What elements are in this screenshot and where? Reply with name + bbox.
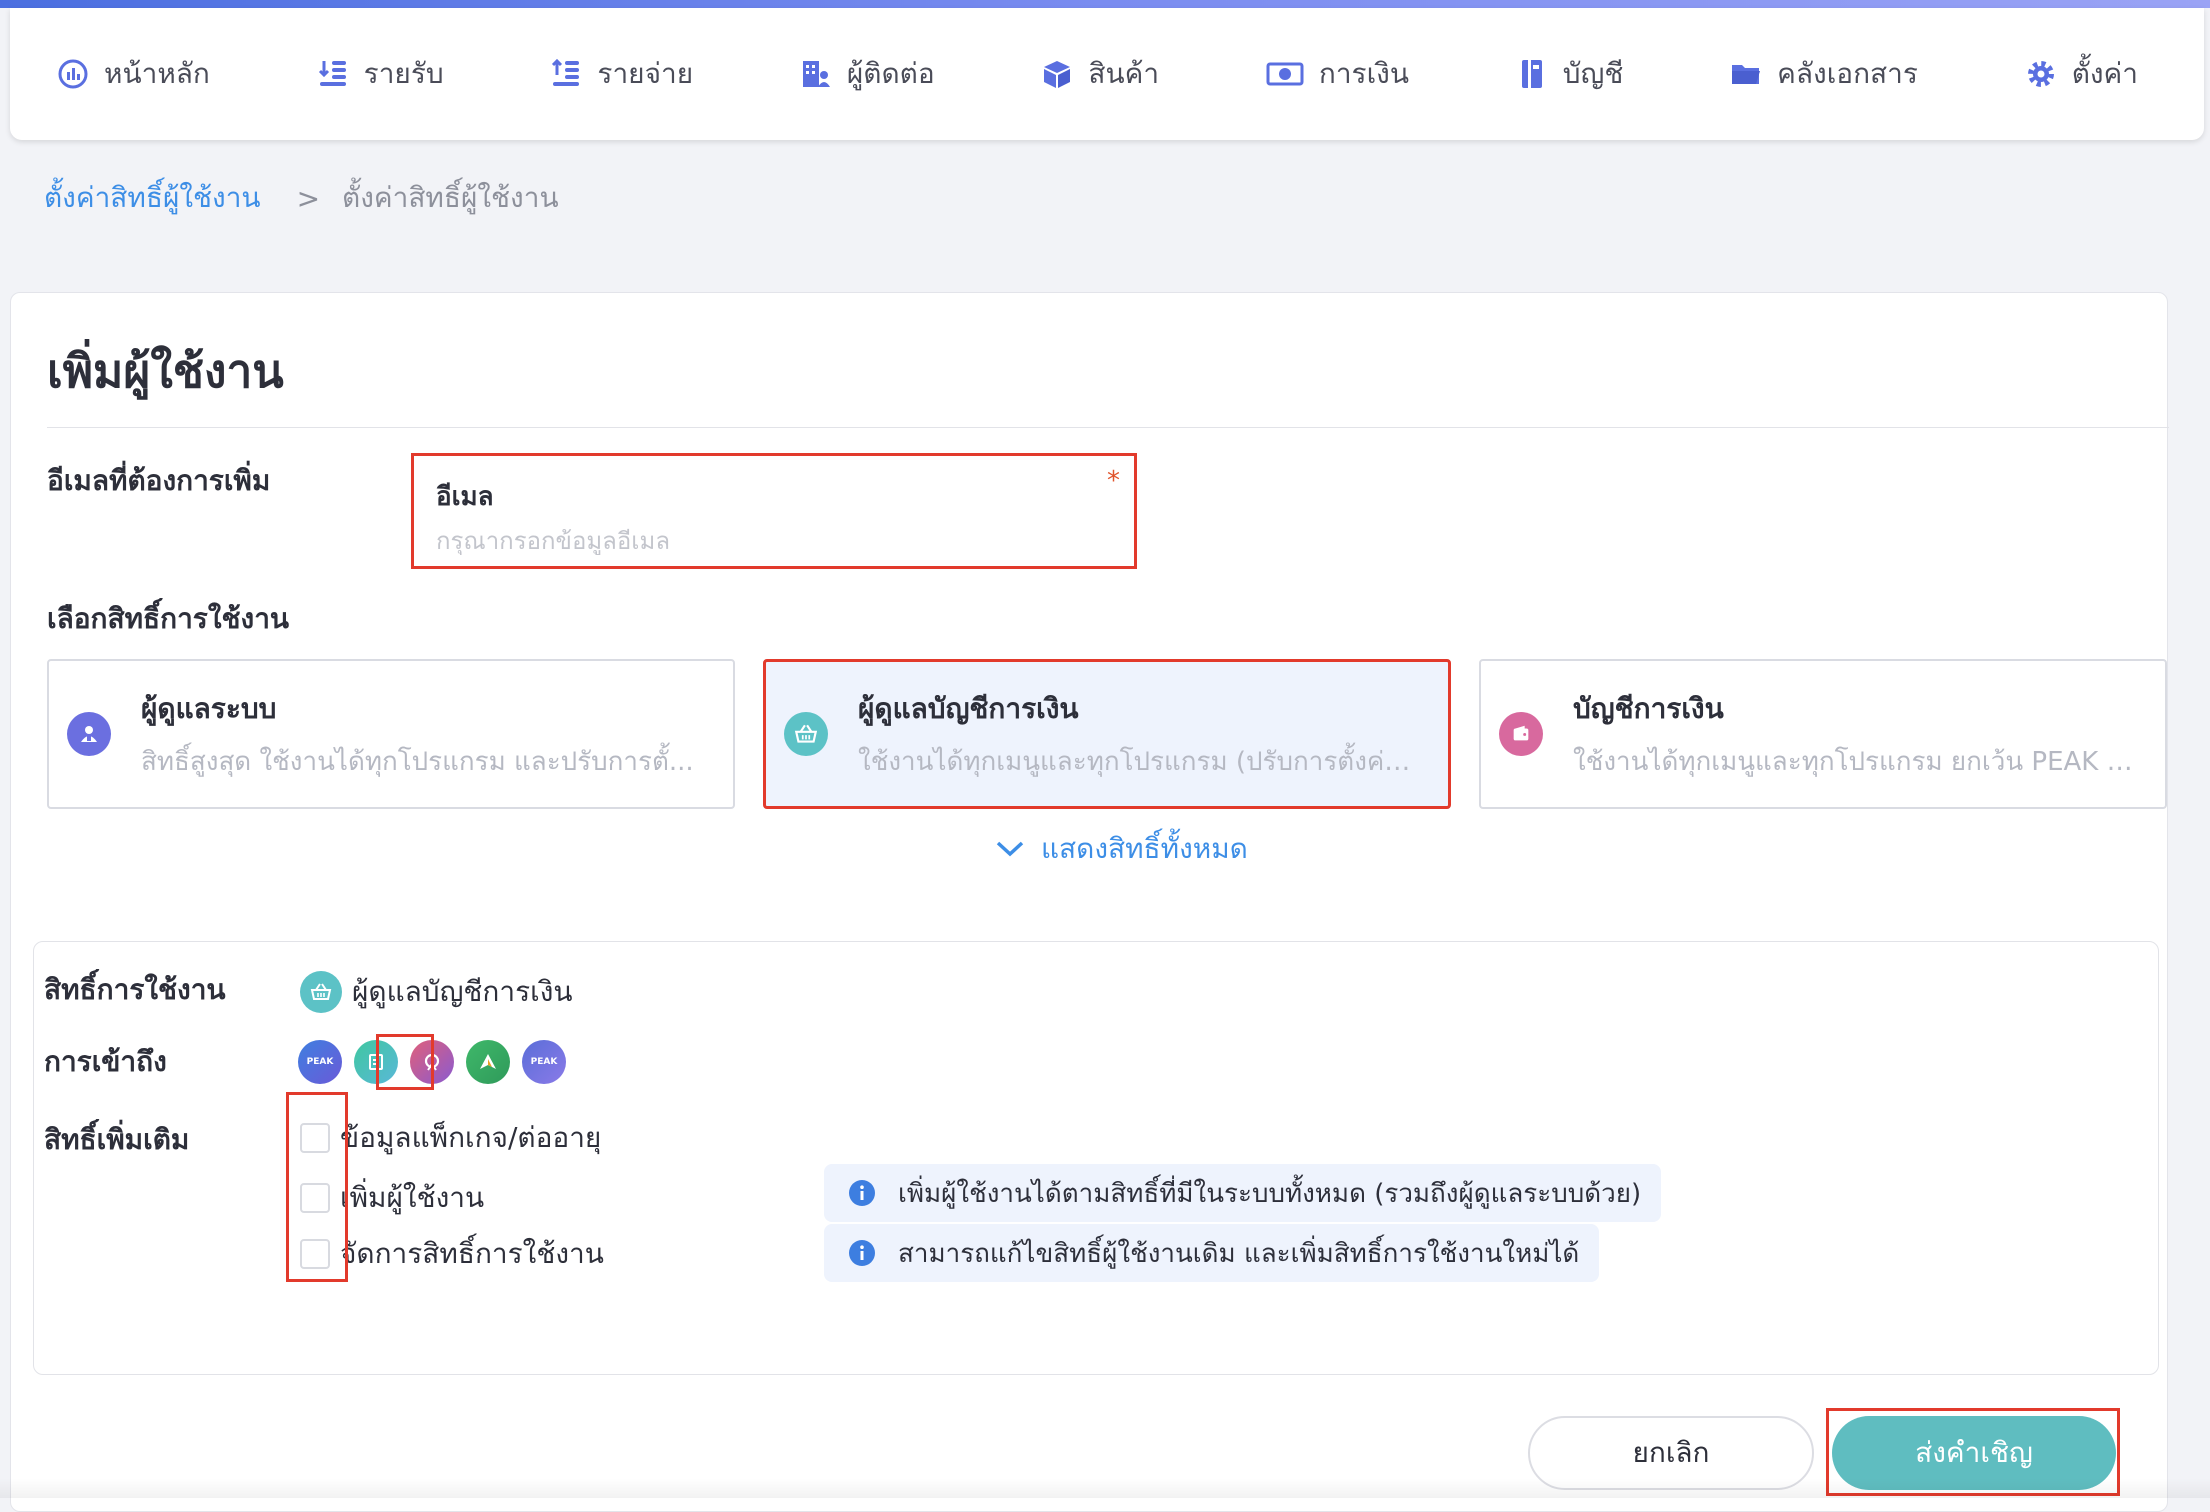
checkbox-label: จัดการสิทธิ์การใช้งาน xyxy=(340,1237,604,1270)
role-name: ผู้ดูแลบัญชีการเงิน xyxy=(858,691,1079,725)
accounting-book-icon xyxy=(1521,60,1542,88)
info-text: สามารถแก้ไขสิทธิ์ผู้ใช้งานเดิม และเพิ่มส… xyxy=(898,1238,1580,1269)
add-user-card: เพิ่มผู้ใช้งาน อีเมลที่ต้องการเพิ่ม อีเม… xyxy=(10,292,2169,1512)
nav-item-accounting[interactable]: บัญชี xyxy=(1515,52,1624,96)
access-label: การเข้าถึง xyxy=(44,1045,167,1078)
nav-label: ตั้งค่า xyxy=(2071,57,2138,90)
nav-item-home[interactable]: หน้าหลัก xyxy=(56,52,210,96)
role-name: ผู้ดูแลระบบ xyxy=(141,691,277,725)
permission-role-name: ผู้ดูแลบัญชีการเงิน xyxy=(352,975,573,1008)
role-card-admin[interactable]: ผู้ดูแลระบบ สิทธิ์สูงสุด ใช้งานได้ทุกโปร… xyxy=(47,659,735,809)
permission-role-label: สิทธิ์การใช้งาน xyxy=(44,973,226,1006)
nav-item-contacts[interactable]: ผู้ติดต่อ xyxy=(799,52,935,96)
role-section-label: เลือกสิทธิ์การใช้งาน xyxy=(47,602,290,635)
manage-roles-checkbox[interactable] xyxy=(300,1239,330,1269)
role-card-finance[interactable]: บัญชีการเงิน ใช้งานได้ทุกเมนูและทุกโปรแก… xyxy=(1479,659,2167,809)
nav-item-settings[interactable]: ตั้งค่า xyxy=(2024,52,2138,96)
nav-item-documents[interactable]: คลังเอกสาร xyxy=(1729,52,1918,96)
nav-item-expense[interactable]: รายจ่าย xyxy=(549,52,693,96)
info-icon xyxy=(849,1240,875,1266)
wallet-icon xyxy=(1499,712,1543,756)
extra-permission-manage-roles: จัดการสิทธิ์การใช้งาน xyxy=(300,1232,604,1276)
checkbox-label: ข้อมูลแพ็กเกจ/ต่ออายุ xyxy=(340,1121,602,1154)
nav-label: ผู้ติดต่อ xyxy=(846,57,935,90)
role-name: บัญชีการเงิน xyxy=(1573,691,1724,725)
breadcrumb: ตั้งค่าสิทธิ์ผู้ใช้งาน > ตั้งค่าสิทธิ์ผู… xyxy=(44,176,559,220)
nav-item-finance[interactable]: การเงิน xyxy=(1265,52,1409,96)
peak-plus-app-icon[interactable]: PEAK xyxy=(522,1040,566,1084)
contacts-icon xyxy=(802,61,830,87)
app-access-list: PEAK PEAK xyxy=(298,1040,566,1084)
receipt-app-icon[interactable] xyxy=(354,1040,398,1084)
role-description: ใช้งานได้ทุกเมนูและทุกโปรแกรม (ปรับการตั… xyxy=(858,746,1418,777)
income-icon xyxy=(318,61,346,86)
nav-label: การเงิน xyxy=(1318,57,1409,90)
info-note-manage-roles: สามารถแก้ไขสิทธิ์ผู้ใช้งานเดิม และเพิ่มส… xyxy=(824,1224,1600,1282)
role-card-finance-admin[interactable]: ผู้ดูแลบัญชีการเงิน ใช้งานได้ทุกเมนูและท… xyxy=(763,659,1451,809)
page-title: เพิ่มผู้ใช้งาน xyxy=(47,344,284,398)
nav-label: สินค้า xyxy=(1088,57,1160,90)
breadcrumb-separator: > xyxy=(296,181,321,215)
show-all-roles-toggle[interactable]: แสดงสิทธิ์ทั้งหมด xyxy=(995,827,1248,871)
peak-plus-app-text: PEAK xyxy=(530,1057,558,1067)
basket-icon xyxy=(784,712,828,756)
folder-icon xyxy=(1732,65,1761,84)
peak-app-icon[interactable]: PEAK xyxy=(298,1040,342,1084)
expense-icon xyxy=(552,58,580,86)
email-section-label: อีเมลที่ต้องการเพิ่ม xyxy=(47,464,271,497)
bottom-shadow xyxy=(0,1478,2210,1498)
asset-app-icon[interactable] xyxy=(466,1040,510,1084)
nav-item-income[interactable]: รายรับ xyxy=(316,52,444,96)
breadcrumb-current: ตั้งค่าสิทธิ์ผู้ใช้งาน xyxy=(342,181,559,214)
permission-role-value: ผู้ดูแลบัญชีการเงิน xyxy=(300,970,573,1014)
permissions-panel: สิทธิ์การใช้งาน ผู้ดูแลบัญชีการเงิน การเ… xyxy=(33,941,2159,1375)
info-icon xyxy=(849,1180,875,1206)
extra-permission-add-user: เพิ่มผู้ใช้งาน xyxy=(300,1176,484,1220)
extra-permission-package: ข้อมูลแพ็กเกจ/ต่ออายุ xyxy=(300,1116,601,1160)
info-note-add-user: เพิ่มผู้ใช้งานได้ตามสิทธิ์ที่มีในระบบทั้… xyxy=(824,1164,1662,1222)
dashboard-icon xyxy=(58,59,88,89)
money-icon xyxy=(1266,62,1304,86)
nav-label: บัญชี xyxy=(1562,57,1624,90)
nav-label: รายจ่าย xyxy=(597,57,694,90)
email-field-box[interactable]: อีเมล * xyxy=(411,453,1137,569)
email-field-label: อีเมล xyxy=(436,482,494,512)
peak-app-text: PEAK xyxy=(306,1057,334,1067)
admin-user-icon xyxy=(67,712,111,756)
gear-icon xyxy=(2027,61,2054,87)
main-navigation: หน้าหลัก รายรับ รายจ่าย ผู้ติดต่อ สินค้า xyxy=(10,8,2204,140)
nav-label: หน้าหลัก xyxy=(104,57,210,90)
payroll-app-icon[interactable] xyxy=(410,1040,454,1084)
info-text: เพิ่มผู้ใช้งานได้ตามสิทธิ์ที่มีในระบบทั้… xyxy=(898,1178,1642,1209)
basket-icon xyxy=(300,971,342,1013)
title-divider xyxy=(47,427,2169,428)
extra-permissions-label: สิทธิ์เพิ่มเติม xyxy=(44,1123,190,1156)
checkbox-label: เพิ่มผู้ใช้งาน xyxy=(340,1181,485,1214)
email-input[interactable] xyxy=(436,527,1112,555)
product-box-icon xyxy=(1044,61,1071,88)
required-mark: * xyxy=(1107,466,1120,496)
show-all-label: แสดงสิทธิ์ทั้งหมด xyxy=(1041,832,1248,865)
role-description: ใช้งานได้ทุกเมนูและทุกโปรแกรม ยกเว้น PEA… xyxy=(1573,746,2133,777)
role-description: สิทธิ์สูงสุด ใช้งานได้ทุกโปรแกรม และปรับ… xyxy=(141,746,694,777)
package-checkbox[interactable] xyxy=(300,1123,330,1153)
breadcrumb-parent-link[interactable]: ตั้งค่าสิทธิ์ผู้ใช้งาน xyxy=(44,176,261,220)
nav-item-products[interactable]: สินค้า xyxy=(1040,52,1159,96)
nav-label: รายรับ xyxy=(363,57,444,90)
chevron-down-icon xyxy=(996,841,1024,857)
add-user-checkbox[interactable] xyxy=(300,1183,330,1213)
nav-label: คลังเอกสาร xyxy=(1777,57,1918,90)
top-accent-bar xyxy=(0,0,2210,8)
